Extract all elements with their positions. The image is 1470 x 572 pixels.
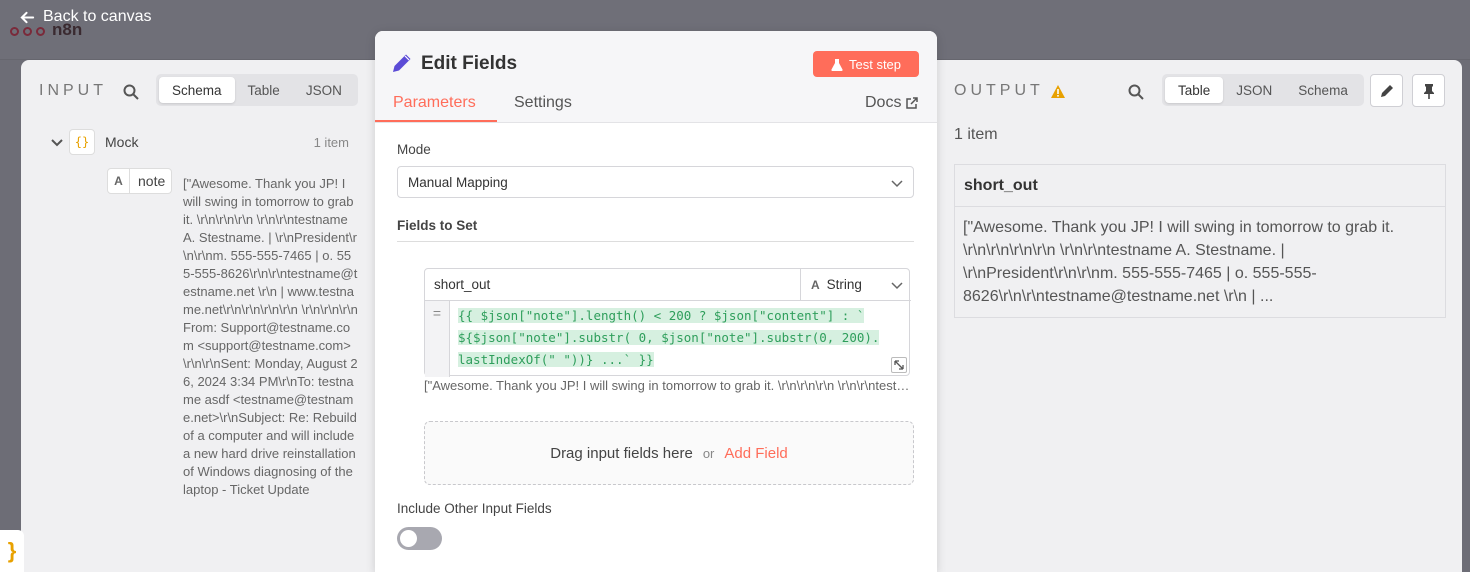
schema-root-row[interactable]: {} Mock 1 item (49, 129, 349, 155)
output-tab-json[interactable]: JSON (1223, 77, 1285, 103)
output-column-header: short_out (955, 165, 1445, 207)
back-to-canvas-link[interactable]: Back to canvas (20, 8, 152, 26)
include-other-fields-label: Include Other Input Fields (397, 501, 552, 516)
search-icon[interactable] (1126, 82, 1146, 102)
mode-select[interactable]: Manual Mapping (397, 166, 914, 198)
schema-field-name: note (138, 173, 166, 189)
output-tab-table[interactable]: Table (1165, 77, 1224, 103)
warning-icon[interactable] (1050, 84, 1066, 99)
output-view-tabs: Table JSON Schema (1162, 74, 1364, 106)
search-icon[interactable] (121, 82, 141, 102)
back-label: Back to canvas (43, 8, 152, 25)
mode-value: Manual Mapping (408, 174, 508, 190)
chevron-down-icon (891, 180, 903, 188)
input-tab-schema[interactable]: Schema (159, 77, 235, 103)
chevron-down-icon (891, 282, 903, 290)
flask-icon (831, 58, 843, 71)
external-link-icon (906, 97, 919, 109)
node-header: Edit Fields Test step Parameters Setting… (375, 31, 937, 123)
output-table: short_out ["Awesome. Thank you JP! I wil… (954, 164, 1446, 318)
docs-label: Docs (865, 94, 902, 111)
output-panel: OUTPUT Table JSON Schema 1 item short_ou… (930, 60, 1462, 572)
edit-output-button[interactable] (1370, 74, 1403, 107)
assignment-name-input[interactable]: short_out (425, 269, 801, 301)
expression-indicator: = (425, 301, 450, 377)
field-assignment: short_out A String = {{ $json["note"].le… (424, 268, 911, 377)
arrow-left-icon (20, 11, 35, 23)
test-step-button[interactable]: Test step (813, 51, 919, 77)
expression-line: {{ $json["note"].length() < 200 ? $json[… (458, 308, 865, 323)
expression-line: lastIndexOf(" "))} ...` }} (458, 352, 654, 367)
drop-zone[interactable]: Drag input fields here or Add Field (424, 421, 914, 485)
assignment-expression-editor[interactable]: {{ $json["note"].length() < 200 ? $json[… (458, 305, 906, 371)
schema-root-name: Mock (105, 134, 139, 150)
pin-icon (1423, 83, 1434, 99)
schema-field-note[interactable]: A note (107, 168, 173, 194)
tab-parameters[interactable]: Parameters (393, 94, 476, 112)
expression-line: ${$json["note"].substr( 0, $json["note"]… (458, 330, 880, 345)
input-panel: INPUT Schema Table JSON {} Mock 1 item A… (21, 60, 381, 572)
tab-settings[interactable]: Settings (514, 94, 572, 112)
string-type-icon: A (811, 277, 820, 292)
docs-link[interactable]: Docs (865, 94, 919, 112)
fields-to-set-label: Fields to Set (397, 218, 914, 242)
output-item-count: 1 item (954, 126, 998, 143)
test-step-label: Test step (848, 56, 902, 72)
node-icon-partial: } (0, 530, 24, 572)
schema-item-count: 1 item (313, 134, 349, 150)
active-tab-indicator (375, 120, 497, 122)
drop-or: or (702, 445, 715, 461)
toggle-knob (400, 530, 417, 547)
output-tab-schema[interactable]: Schema (1285, 77, 1361, 103)
mode-label: Mode (397, 142, 431, 157)
include-other-fields-toggle[interactable] (397, 527, 442, 550)
schema-field-value: ["Awesome. Thank you JP! I will swing in… (183, 176, 361, 497)
edit-fields-node-icon (393, 54, 411, 72)
chevron-down-icon[interactable] (49, 134, 65, 150)
node-title[interactable]: Edit Fields (421, 53, 517, 75)
input-title: INPUT (39, 82, 107, 99)
input-tab-json[interactable]: JSON (293, 77, 355, 103)
assignment-type-value: String (826, 277, 862, 292)
expand-editor-icon[interactable] (891, 357, 907, 373)
input-tab-table[interactable]: Table (235, 77, 293, 103)
output-title: OUTPUT (954, 82, 1044, 99)
output-cell-value[interactable]: ["Awesome. Thank you JP! I will swing in… (955, 207, 1445, 308)
string-type-icon: A (108, 169, 130, 193)
node-settings-panel: Edit Fields Test step Parameters Setting… (375, 31, 937, 572)
pin-output-button[interactable] (1412, 74, 1445, 107)
assignment-type-select[interactable]: A String (801, 269, 911, 301)
drop-text: Drag input fields here (550, 444, 693, 462)
output-title-row: OUTPUT (954, 82, 1066, 100)
input-view-tabs: Schema Table JSON (156, 74, 358, 106)
object-type-icon: {} (69, 129, 95, 155)
expression-result-preview: ["Awesome. Thank you JP! I will swing in… (424, 378, 910, 393)
add-field-button[interactable]: Add Field (724, 445, 787, 462)
pencil-icon (1380, 84, 1393, 97)
